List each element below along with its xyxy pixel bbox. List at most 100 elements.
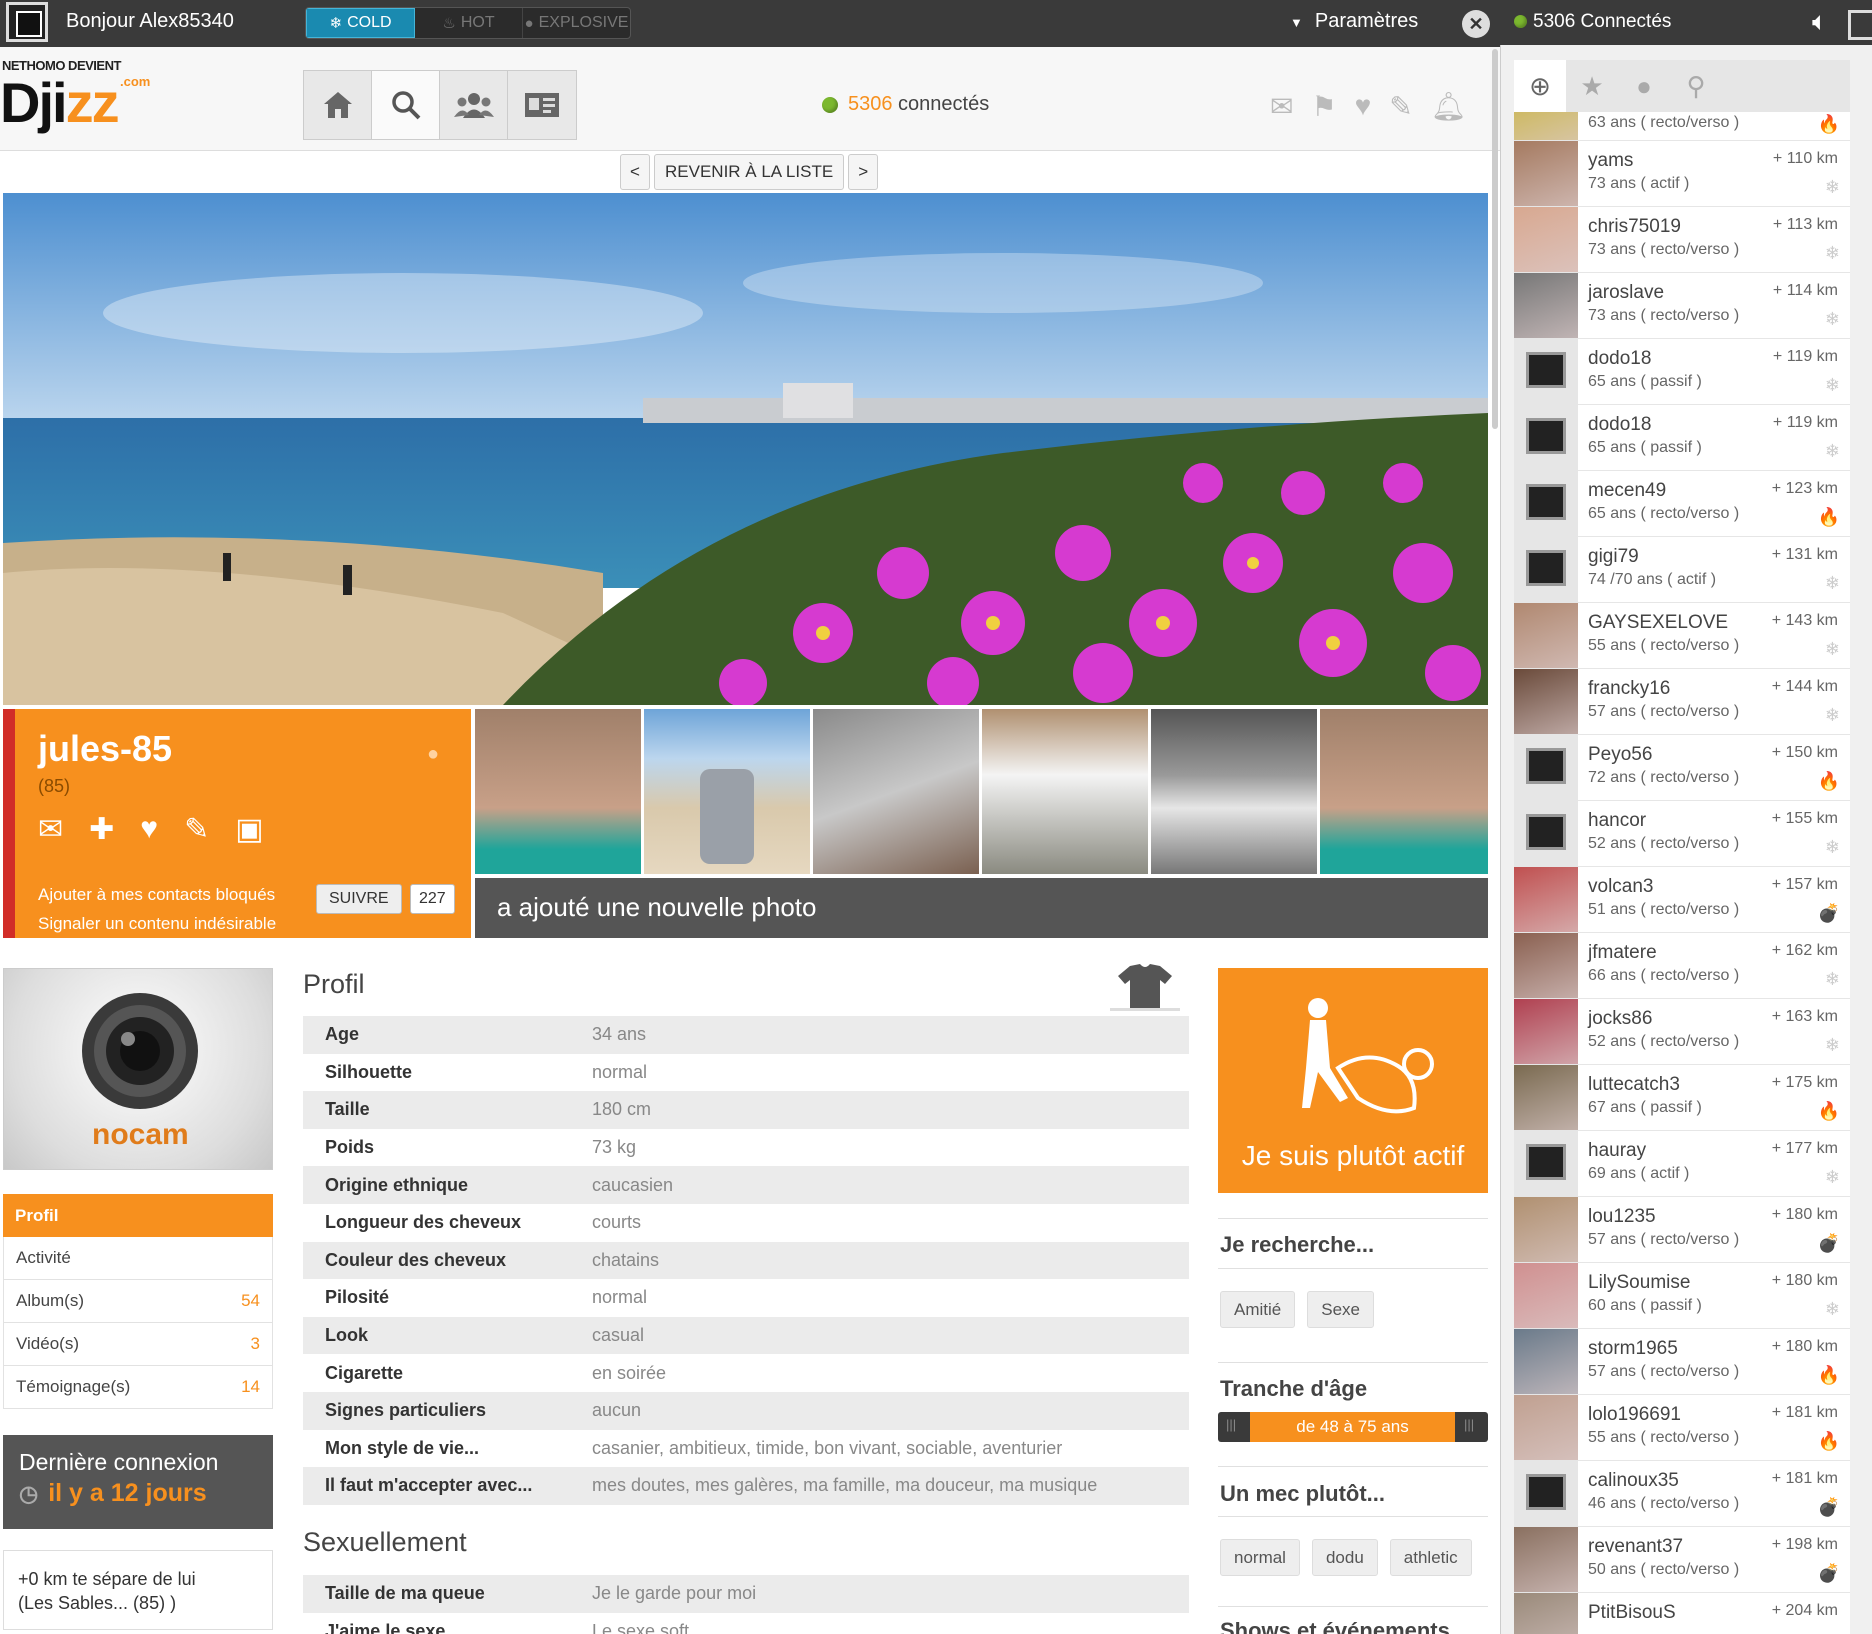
online-user-item[interactable]: revenant37 50 ans ( recto/verso ) + 198 km…: [1514, 1527, 1850, 1593]
slider-handle-left[interactable]: |||: [1226, 1417, 1236, 1432]
field-value: courts: [592, 1212, 642, 1233]
cover-photo[interactable]: [3, 193, 1488, 705]
report-content-link[interactable]: Signaler un contenu indésirable: [38, 909, 276, 938]
user-age-role: 55 ans ( recto/verso ): [1588, 1429, 1740, 1446]
online-user-item[interactable]: hancor 52 ans ( recto/verso ) + 155 km ❄: [1514, 801, 1850, 867]
settings-label: Paramètres: [1314, 10, 1419, 32]
profile-card-button[interactable]: [508, 71, 576, 139]
online-user-item[interactable]: lolo196691 55 ans ( recto/verso ) + 181 km…: [1514, 1395, 1850, 1461]
menu-profil[interactable]: Profil: [3, 1194, 273, 1237]
mode-hot-button[interactable]: ♨ HOT: [415, 8, 523, 38]
bell-icon[interactable]: 🔔︎: [1431, 90, 1467, 123]
tab-nearby[interactable]: ⊕: [1514, 60, 1566, 112]
mode-switch: ❄ COLD ♨ HOT ● EXPLOSIVE: [305, 7, 631, 39]
online-user-item[interactable]: francky16 57 ans ( recto/verso ) + 144 km ❄: [1514, 669, 1850, 735]
photo-thumbnail[interactable]: [1151, 709, 1317, 874]
tab-explosive[interactable]: ●: [1618, 60, 1670, 112]
sidebar-online-count: 5306 Connectés: [1514, 11, 1671, 33]
online-user-item[interactable]: chris75019 73 ans ( recto/verso ) + 113 km…: [1514, 207, 1850, 273]
online-user-item[interactable]: storm1965 57 ans ( recto/verso ) + 180 km 🔥: [1514, 1329, 1850, 1395]
add-contact-icon[interactable]: ✚: [89, 812, 114, 847]
online-user-item[interactable]: Peyo56 72 ans ( recto/verso ) + 150 km 🔥: [1514, 735, 1850, 801]
profile-row: J'aime le sexe Le sexe soft: [303, 1613, 1189, 1634]
online-user-item[interactable]: volcan3 51 ans ( recto/verso ) + 157 km 💣: [1514, 867, 1850, 933]
camera-frame-icon[interactable]: [6, 2, 48, 42]
photo-thumbnail[interactable]: [982, 709, 1148, 874]
online-user-item[interactable]: jaroslave 73 ans ( recto/verso ) + 114 km ❄: [1514, 273, 1850, 339]
logo[interactable]: Djizz: [0, 70, 120, 135]
online-user-item[interactable]: hauray 69 ans ( actif ) + 177 km ❄: [1514, 1131, 1850, 1197]
scrollbar[interactable]: [1492, 49, 1498, 429]
photo-thumbnail[interactable]: [644, 709, 810, 874]
close-icon[interactable]: ✕: [1462, 10, 1490, 38]
online-user-item[interactable]: gigi79 74 /70 ans ( actif ) + 131 km ❄: [1514, 537, 1850, 603]
mood-icon: 💣: [1817, 1563, 1840, 1583]
online-user-item[interactable]: 63 ans ( recto/verso ) 🔥: [1514, 112, 1850, 141]
user-distance: + 198 km: [1771, 1536, 1838, 1553]
message-icon[interactable]: ✉: [38, 812, 63, 847]
online-label: connectés: [892, 93, 990, 115]
menu-activite[interactable]: Activité: [3, 1237, 273, 1280]
write-testimonial-icon[interactable]: ✎: [184, 812, 209, 847]
home-button[interactable]: [304, 71, 372, 139]
mode-cold-button[interactable]: ❄ COLD: [306, 8, 415, 38]
online-user-item[interactable]: lou1235 57 ans ( recto/verso ) + 180 km 💣: [1514, 1197, 1850, 1263]
online-user-item[interactable]: dodo18 65 ans ( passif ) + 119 km ❄: [1514, 405, 1850, 471]
slider-handle-right[interactable]: |||: [1464, 1417, 1474, 1432]
users-icon: [453, 93, 494, 118]
follow-button[interactable]: SUIVRE: [316, 884, 402, 914]
online-user-item[interactable]: luttecatch3 67 ans ( passif ) + 175 km 🔥: [1514, 1065, 1850, 1131]
online-user-item[interactable]: jocks86 52 ans ( recto/verso ) + 163 km ❄: [1514, 999, 1850, 1065]
user-distance: + 131 km: [1771, 546, 1838, 563]
heart-icon[interactable]: ♥: [1355, 90, 1372, 123]
photo-thumbnail[interactable]: [475, 709, 641, 874]
online-user-item[interactable]: yams 73 ans ( actif ) + 110 km ❄: [1514, 141, 1850, 207]
tag: dodu: [1311, 1539, 1378, 1576]
online-user-item[interactable]: LilySoumise 60 ans ( passif ) + 180 km ❄: [1514, 1263, 1850, 1329]
menu-videos[interactable]: Vidéo(s) 3: [3, 1323, 273, 1366]
user-name: dodo18: [1588, 414, 1652, 435]
avatar: [1514, 273, 1578, 338]
field-label: Age: [325, 1024, 360, 1045]
user-distance: + 181 km: [1771, 1470, 1838, 1487]
flag-icon[interactable]: ⚑: [1311, 90, 1336, 123]
logo-text: Dji: [0, 71, 68, 134]
profile-row: Cigarette en soirée: [303, 1354, 1189, 1392]
menu-temoignages[interactable]: Témoignage(s) 14: [3, 1366, 273, 1409]
mood-icon: ❄: [1824, 177, 1840, 197]
field-value: Le sexe soft: [592, 1620, 690, 1634]
block-contact-link[interactable]: Ajouter à mes contacts bloqués: [38, 880, 276, 909]
online-user-item[interactable]: dodo18 65 ans ( passif ) + 119 km ❄: [1514, 339, 1850, 405]
online-user-item[interactable]: PtitBisouS + 204 km: [1514, 1593, 1850, 1634]
favorite-heart-icon[interactable]: ♥: [140, 812, 158, 847]
online-user-item[interactable]: jfmatere 66 ans ( recto/verso ) + 162 km ❄: [1514, 933, 1850, 999]
online-user-item[interactable]: mecen49 65 ans ( recto/verso ) + 123 km 🔥: [1514, 471, 1850, 537]
menu-albums[interactable]: Album(s) 54: [3, 1280, 273, 1323]
search-button[interactable]: [372, 71, 440, 139]
user-name: GAYSEXELOVE: [1588, 612, 1729, 633]
type-title: Un mec plutôt...: [1220, 1481, 1385, 1506]
community-button[interactable]: [440, 71, 508, 139]
user-name: mecen49: [1588, 480, 1667, 501]
edit-icon[interactable]: ✎: [1389, 90, 1412, 123]
settings-menu[interactable]: ▼ Paramètres: [1290, 10, 1418, 33]
tab-search[interactable]: ⚲: [1670, 60, 1722, 112]
prev-profile-button[interactable]: <: [620, 154, 650, 190]
photo-request-icon[interactable]: ▣: [235, 812, 263, 847]
tab-favorites[interactable]: ★: [1566, 60, 1618, 112]
mood-icon: 🔥: [1817, 771, 1840, 791]
avatar: [1514, 1065, 1578, 1130]
field-label: J'aime le sexe: [325, 1620, 446, 1634]
photo-thumbnail[interactable]: [813, 709, 979, 874]
next-profile-button[interactable]: >: [848, 154, 879, 190]
photo-thumbnail[interactable]: [1320, 709, 1488, 874]
volume-icon[interactable]: 🔈︎: [1812, 6, 1828, 38]
mode-explosive-button[interactable]: ● EXPLOSIVE: [523, 8, 630, 38]
mail-icon[interactable]: ✉: [1270, 90, 1293, 123]
online-user-item[interactable]: GAYSEXELOVE 55 ans ( recto/verso ) + 143 k…: [1514, 603, 1850, 669]
avatar: [1514, 1593, 1578, 1634]
tshirt-icon: [1110, 962, 1180, 1012]
camera-frame-icon[interactable]: [1848, 10, 1872, 40]
back-to-list-button[interactable]: REVENIR À LA LISTE: [654, 154, 845, 190]
online-user-item[interactable]: calinoux35 46 ans ( recto/verso ) + 181 km…: [1514, 1461, 1850, 1527]
